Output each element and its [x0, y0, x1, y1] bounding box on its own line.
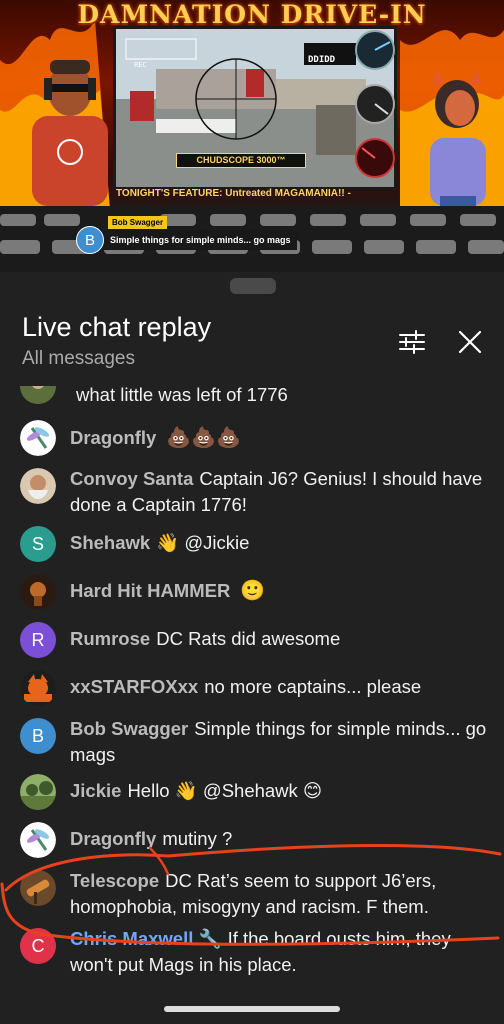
chat-message-list[interactable]: what little was left of 1776 Dragonfly 💩💩… [0, 386, 504, 982]
avatar: S [20, 526, 56, 562]
message-text: DC Rats did awesome [156, 628, 341, 649]
close-icon[interactable] [454, 326, 486, 358]
home-indicator[interactable] [164, 1006, 340, 1012]
message-author[interactable]: Jickie [70, 780, 121, 801]
message-author[interactable]: Convoy Santa [70, 468, 193, 489]
chat-message: Dragonfly 💩💩💩 [0, 420, 504, 460]
filter-settings-icon[interactable] [396, 326, 428, 358]
ticker-message: Simple things for simple minds... go mag… [104, 230, 297, 250]
message-author[interactable]: Telescope [70, 870, 159, 891]
chat-message: xxSTARFOXxx no more captains... please [0, 670, 504, 710]
feature-banner: TONIGHT'S FEATURE: Untreated MAGAMANIA!!… [116, 188, 351, 199]
chat-message: R Rumrose DC Rats did awesome [0, 622, 504, 662]
message-author[interactable]: xxSTARFOXxx [70, 676, 198, 697]
live-chat-panel: Live chat replay All messages what littl… [0, 272, 504, 1024]
chat-message: Hard Hit HAMMER 🙂 [0, 574, 504, 614]
chat-message: B Bob Swagger Simple things for simple mi… [0, 718, 504, 774]
drag-handle[interactable] [230, 278, 276, 294]
message-author[interactable]: Shehawk [70, 532, 150, 553]
message-text: 👋 @Jickie [156, 532, 250, 553]
message-text: mutiny ? [162, 828, 233, 849]
osd-camera-label: DDIDD [308, 55, 336, 65]
avatar: R [20, 622, 56, 658]
chat-filter-dropdown[interactable]: All messages [22, 348, 135, 370]
avatar [20, 574, 56, 610]
message-author[interactable]: Dragonfly [70, 427, 156, 448]
avatar [20, 822, 56, 858]
left-character-illustration [22, 56, 116, 206]
avatar [20, 774, 56, 810]
message-author[interactable]: Bob Swagger [70, 718, 188, 739]
avatar [20, 870, 56, 906]
ticker-author: Bob Swagger [108, 216, 168, 229]
chat-message: Telescope DC Rat’s seem to support J6’ers… [0, 870, 504, 926]
message-author[interactable]: Rumrose [70, 628, 150, 649]
chat-title: Live chat replay [22, 312, 212, 342]
avatar [20, 670, 56, 706]
message-author[interactable]: Chris Maxwell 🔧 [70, 928, 222, 949]
scope-label: CHUDSCOPE 3000™ [176, 153, 306, 168]
chat-message: C Chris Maxwell 🔧 If the board ousts him,… [0, 928, 504, 982]
radar-gauges [355, 30, 395, 178]
chat-message: S Shehawk 👋 @Jickie [0, 526, 504, 566]
drive-in-title: DAMNATION DRIVE-IN [77, 0, 427, 29]
ticker-avatar: B [76, 226, 104, 254]
message-text: what little was left of 1776 [76, 386, 288, 405]
avatar [20, 386, 56, 404]
message-author[interactable]: Dragonfly [70, 828, 156, 849]
chat-message: Convoy Santa Captain J6? Genius! I should… [0, 468, 504, 524]
message-text: no more captains... please [204, 676, 422, 697]
message-text: 💩💩💩 [166, 427, 242, 449]
chat-message: Jickie Hello 👋 @Shehawk 😊 [0, 774, 504, 814]
message-text: Hello 👋 @Shehawk 😊 [127, 780, 323, 801]
message-text: 🙂 [240, 580, 266, 602]
message-author[interactable]: Hard Hit HAMMER [70, 580, 230, 601]
avatar: B [20, 718, 56, 754]
osd-rec-label: REC [134, 61, 147, 69]
chat-message: Dragonfly mutiny ? [0, 822, 504, 862]
avatar [20, 468, 56, 504]
chat-message: what little was left of 1776 [0, 386, 504, 414]
avatar [20, 420, 56, 456]
avatar: C [20, 928, 56, 964]
video-player[interactable]: DAMNATION DRIVE-IN REC DDIDD CHUDSCOPE 3… [0, 0, 504, 272]
right-character-illustration [418, 66, 496, 206]
